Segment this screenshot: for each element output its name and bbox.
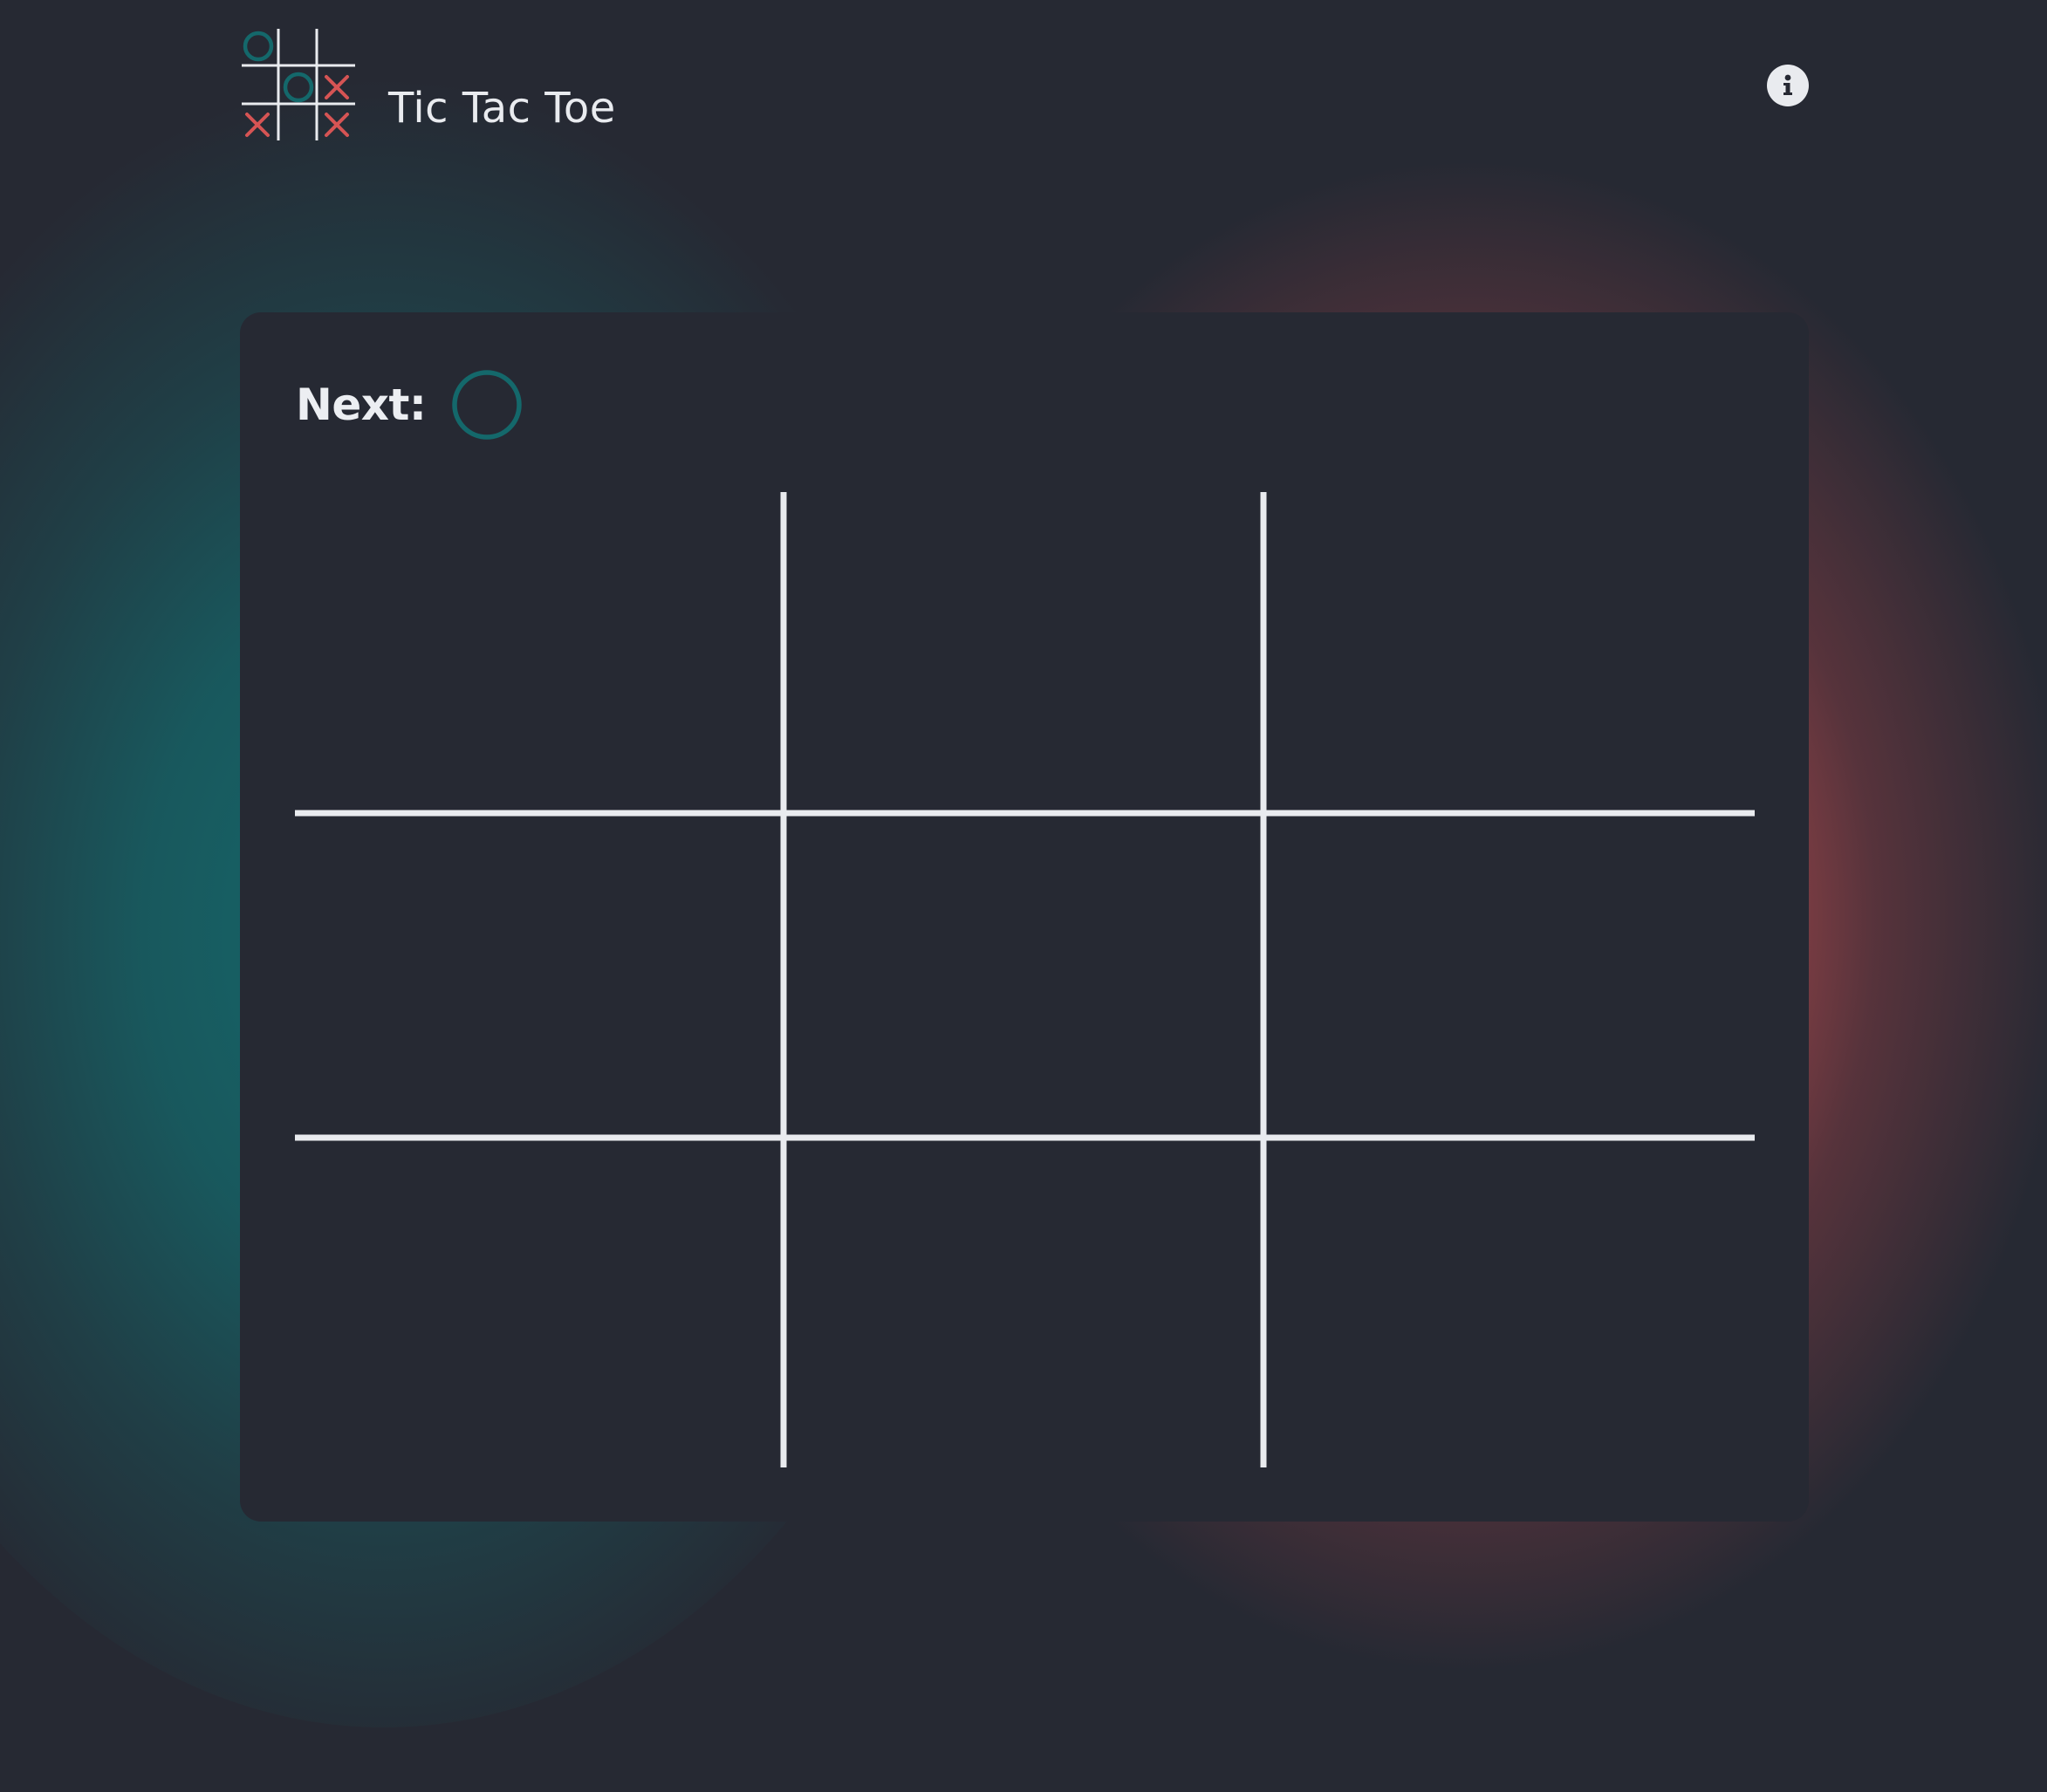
next-label: Next: [296, 380, 427, 430]
app-title: Tic Tac Toe [388, 84, 616, 133]
board-cell-r1-c3[interactable] [1267, 492, 1755, 810]
board-cell-r1-c2[interactable] [787, 492, 1260, 810]
board-cell-r2-c2[interactable] [787, 817, 1260, 1134]
board-cell-r3-c2[interactable] [787, 1141, 1260, 1467]
info-button[interactable] [1767, 65, 1809, 106]
info-icon [1783, 74, 1792, 95]
board-cell-r3-c1[interactable] [295, 1141, 780, 1467]
game-board [295, 492, 1755, 1467]
o-mark-icon [452, 370, 523, 440]
board-cell-r3-c3[interactable] [1267, 1141, 1755, 1467]
board-cell-r2-c1[interactable] [295, 817, 780, 1134]
tic-tac-toe-logo-icon [242, 29, 355, 140]
board-cell-r2-c3[interactable] [1267, 817, 1755, 1134]
app-root: Tic Tac Toe Next: [0, 0, 2047, 1792]
app-header: Tic Tac Toe [240, 23, 1811, 145]
next-player-indicator: Next: [296, 370, 523, 440]
game-card: Next: [240, 312, 1809, 1522]
board-cell-r1-c1[interactable] [295, 492, 780, 810]
